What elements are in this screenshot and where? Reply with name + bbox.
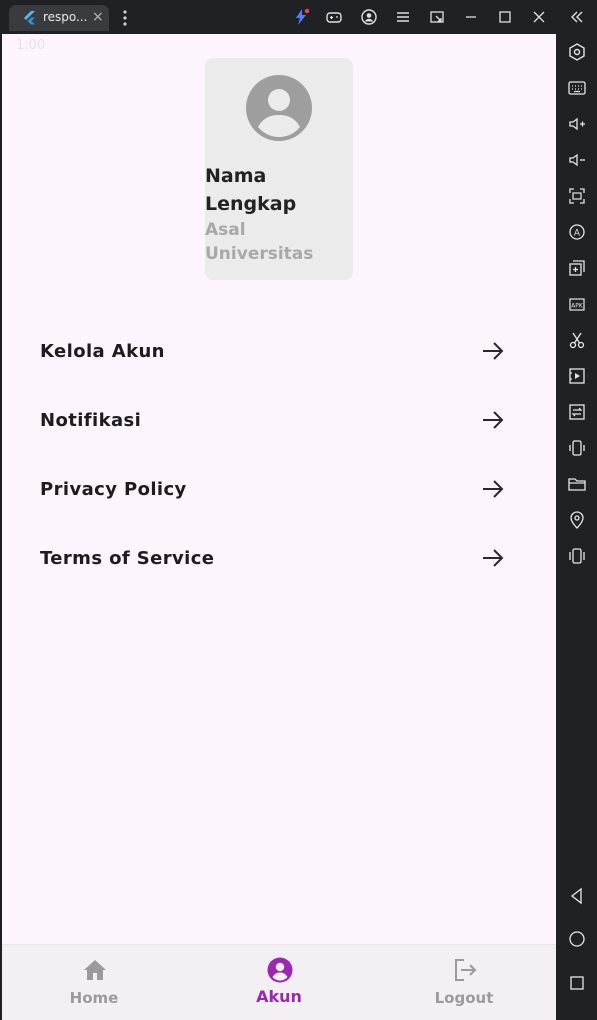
- volume-up-icon[interactable]: [566, 113, 587, 134]
- logout-icon: [455, 959, 477, 981]
- recents-icon[interactable]: [566, 972, 587, 993]
- maximize-icon[interactable]: [495, 7, 515, 27]
- bottom-navigation: Home Akun Logout: [2, 944, 556, 1020]
- nav-logout-label: Logout: [434, 989, 494, 1007]
- menu-item-privacy-policy[interactable]: Privacy Policy: [40, 467, 510, 511]
- keyboard-icon[interactable]: [566, 77, 587, 98]
- menu-item-label: Privacy Policy: [40, 478, 187, 500]
- screenshot-icon[interactable]: [566, 185, 587, 206]
- nav-home[interactable]: Home: [34, 945, 154, 1020]
- nav-akun-label: Akun: [256, 987, 302, 1006]
- multi-instance-icon[interactable]: [566, 257, 587, 278]
- shake-icon[interactable]: [566, 437, 587, 458]
- arrow-right-icon: [483, 549, 504, 567]
- nav-home-label: Home: [69, 989, 119, 1007]
- svg-text:A: A: [573, 228, 580, 238]
- menu-icon[interactable]: [393, 7, 413, 27]
- account-icon[interactable]: [359, 7, 379, 27]
- menu-item-notifikasi[interactable]: Notifikasi: [40, 398, 510, 442]
- profile-university: Asal Universitas: [205, 220, 314, 264]
- profile-name: Nama Lengkap: [205, 165, 297, 215]
- menu-item-label: Notifikasi: [40, 409, 142, 431]
- arrow-right-icon: [483, 480, 504, 498]
- menu-item-terms-of-service[interactable]: Terms of Service: [40, 536, 510, 580]
- window-titlebar: respo... ×: [0, 0, 597, 34]
- apk-icon[interactable]: APK: [566, 293, 587, 314]
- media-icon[interactable]: [566, 365, 587, 386]
- settings-icon[interactable]: [566, 41, 587, 62]
- arrow-right-icon: [483, 342, 504, 360]
- tab-close-icon[interactable]: ×: [92, 9, 104, 25]
- nav-logout[interactable]: Logout: [404, 945, 524, 1020]
- tab-title: respo...: [43, 10, 88, 24]
- home-circle-icon[interactable]: [566, 928, 587, 949]
- bolt-icon[interactable]: [291, 7, 311, 27]
- collapse-icon[interactable]: [567, 7, 587, 27]
- account-circle-icon: [267, 957, 293, 983]
- browser-tab[interactable]: respo... ×: [9, 5, 109, 31]
- back-icon[interactable]: [566, 885, 587, 906]
- more-options-icon[interactable]: [119, 9, 131, 27]
- cut-icon[interactable]: [566, 329, 587, 350]
- profile-card: Nama Lengkap Asal Universitas: [205, 58, 353, 280]
- nav-akun[interactable]: Akun: [219, 945, 339, 1020]
- emulator-sidebar: A APK: [556, 34, 597, 1020]
- menu-item-label: Terms of Service: [40, 547, 215, 569]
- sync-icon[interactable]: [566, 401, 587, 422]
- gamepad-icon[interactable]: [324, 7, 344, 27]
- resize-icon[interactable]: [427, 7, 447, 27]
- close-icon[interactable]: [529, 7, 549, 27]
- home-icon: [84, 960, 106, 980]
- arrow-right-icon: [483, 411, 504, 429]
- volume-down-icon[interactable]: [566, 149, 587, 170]
- minimize-icon[interactable]: [461, 7, 481, 27]
- app-screen: 1:00 Nama Lengkap Asal Universitas Kelol…: [2, 34, 556, 1020]
- menu-item-label: Kelola Akun: [40, 340, 165, 362]
- svg-text:APK: APK: [571, 302, 584, 309]
- menu-item-kelola-akun[interactable]: Kelola Akun: [40, 329, 510, 373]
- rotate-icon[interactable]: A: [566, 221, 587, 242]
- folder-icon[interactable]: [566, 473, 587, 494]
- vibrate-icon[interactable]: [566, 545, 587, 566]
- avatar-icon: [246, 75, 312, 141]
- flutter-icon: [24, 11, 35, 25]
- status-time: 1:00: [16, 38, 46, 53]
- location-icon[interactable]: [566, 509, 587, 530]
